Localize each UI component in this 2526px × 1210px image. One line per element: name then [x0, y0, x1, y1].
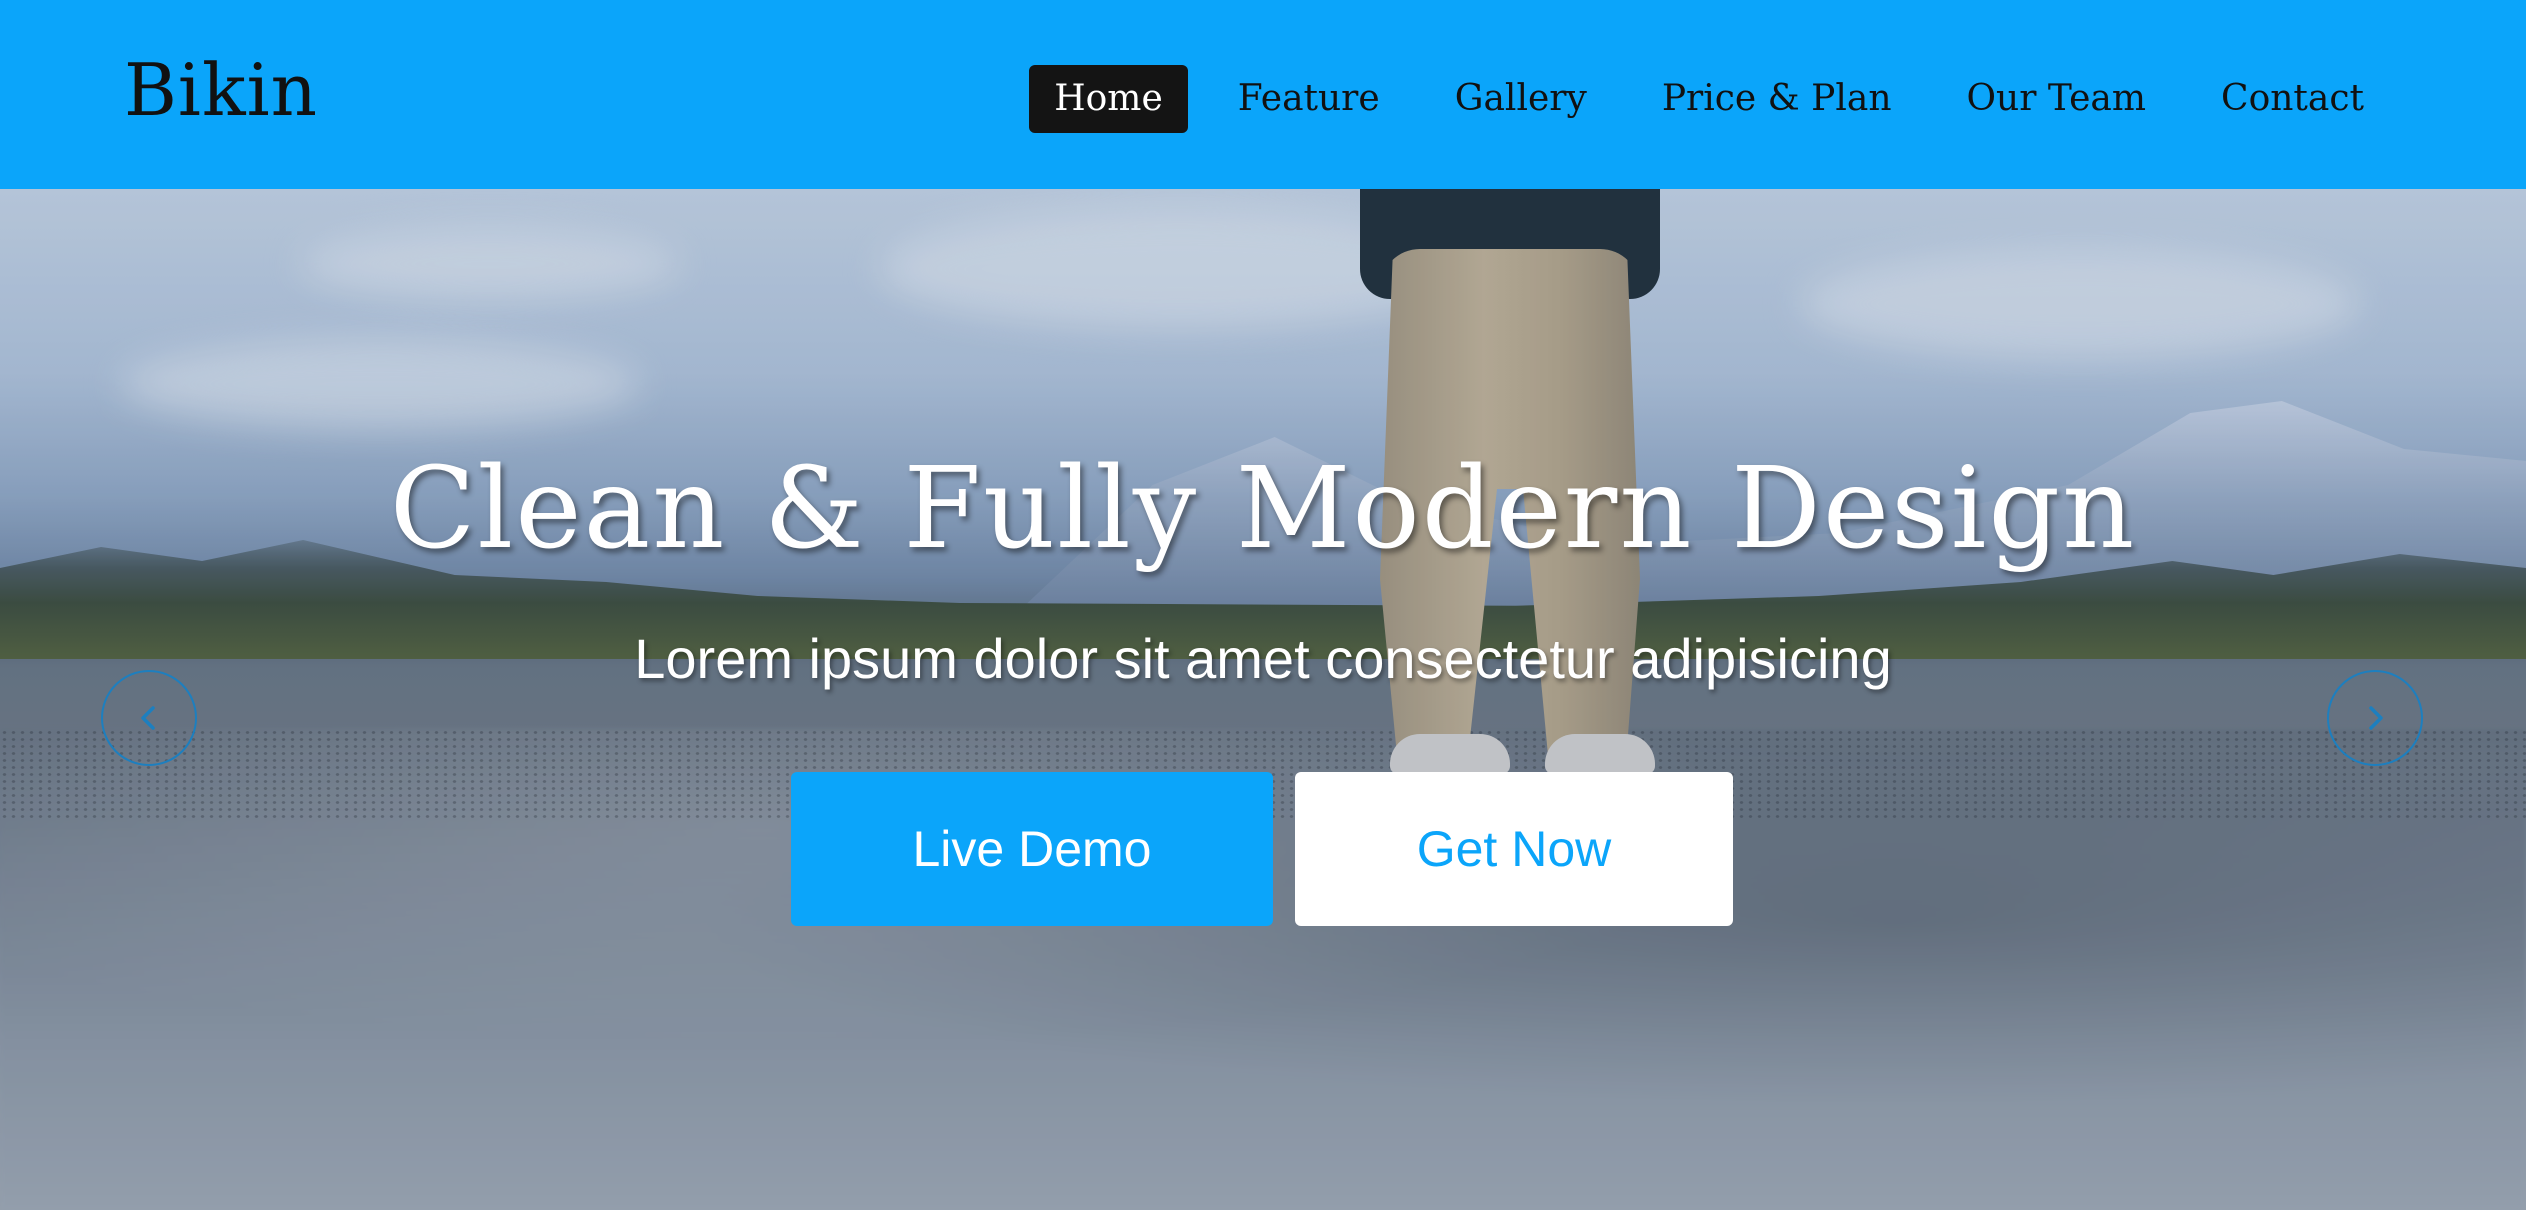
nav-item-price-plan[interactable]: Price & Plan	[1637, 65, 1917, 133]
carousel-prev-button[interactable]	[101, 670, 197, 766]
nav-item-gallery[interactable]: Gallery	[1430, 65, 1612, 133]
navbar: Bikin Home Feature Gallery Price & Plan …	[0, 0, 2526, 189]
chevron-right-icon	[2369, 706, 2383, 730]
live-demo-button[interactable]: Live Demo	[791, 772, 1273, 926]
chevron-left-icon	[141, 706, 155, 730]
nav-item-feature[interactable]: Feature	[1213, 65, 1405, 133]
get-now-button[interactable]: Get Now	[1295, 772, 1733, 926]
hero-cta-group: Live Demo Get Now	[791, 772, 1733, 926]
hero-subtitle: Lorem ipsum dolor sit amet consectetur a…	[634, 627, 1892, 690]
hero-background-image	[0, 189, 2526, 1210]
nav-menu: Home Feature Gallery Price & Plan Our Te…	[1029, 65, 2389, 133]
nav-item-contact[interactable]: Contact	[2196, 65, 2389, 133]
brand-logo[interactable]: Bikin	[124, 48, 318, 132]
hero-slider: Clean & Fully Modern Design Lorem ipsum …	[0, 189, 2526, 1210]
carousel-next-button[interactable]	[2327, 670, 2423, 766]
nav-item-home[interactable]: Home	[1029, 65, 1188, 133]
nav-item-our-team[interactable]: Our Team	[1942, 65, 2171, 133]
hero-title: Clean & Fully Modern Design	[389, 444, 2137, 574]
